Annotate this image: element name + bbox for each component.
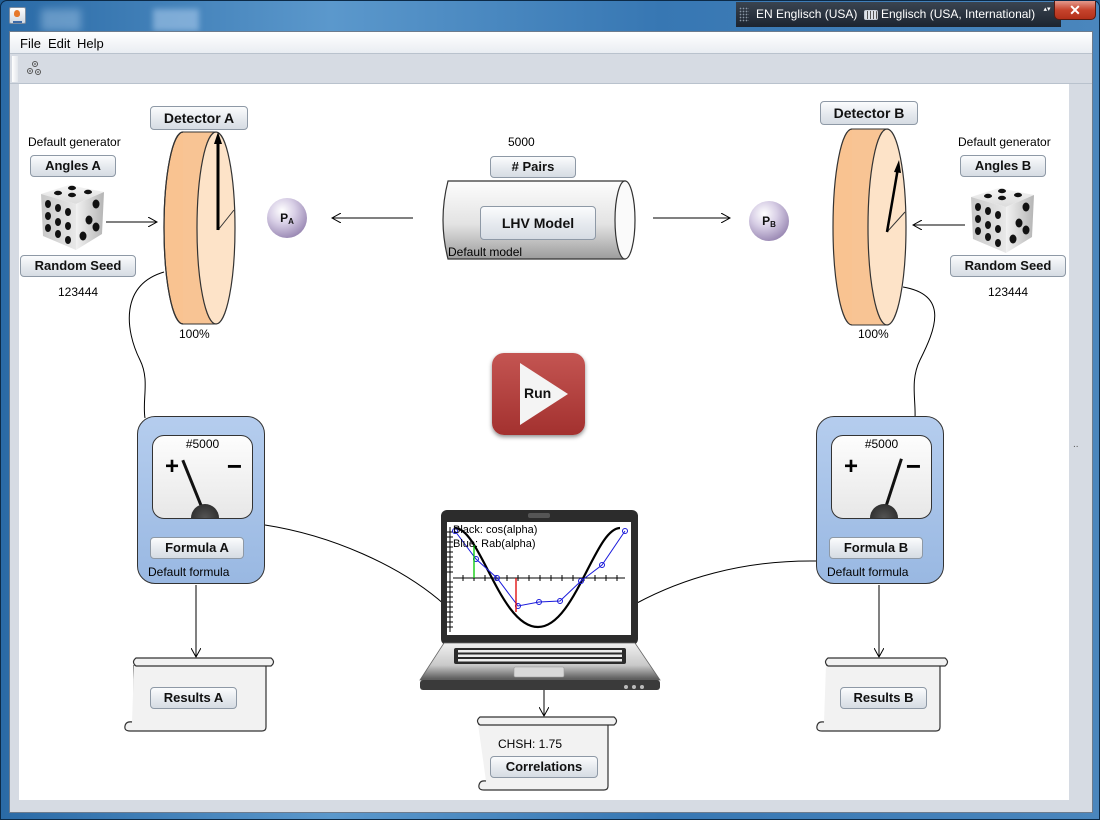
grip-icon[interactable]	[739, 7, 749, 22]
plot-legend-blue: Blue: Rab(alpha)	[453, 538, 536, 550]
pairs-button[interactable]: # Pairs	[490, 156, 576, 178]
meter-a-face: #5000 + −	[152, 435, 253, 519]
random-seed-b-button[interactable]: Random Seed	[950, 255, 1066, 277]
meter-b-face: #5000 + −	[831, 435, 932, 519]
results-a-button[interactable]: Results A	[150, 687, 237, 709]
detector-a-efficiency: 100%	[179, 327, 210, 341]
toolbar	[10, 54, 1092, 84]
formula-a-button[interactable]: Formula A	[150, 537, 244, 559]
side-indicator: ..	[1073, 439, 1079, 450]
keyboard-layout[interactable]: Englisch (USA, International)	[881, 7, 1035, 21]
java-app-icon[interactable]	[9, 7, 26, 24]
meter-a-plus: +	[165, 453, 180, 480]
menu-bar: File Edit Help	[10, 32, 1092, 54]
formula-a-label: Default formula	[148, 565, 230, 579]
generator-b-label: Default generator	[958, 135, 1051, 149]
keyboard-icon	[864, 10, 878, 20]
particle-b-sub: B	[770, 220, 776, 229]
meter-a-minus: −	[226, 451, 242, 481]
results-b-button[interactable]: Results B	[840, 687, 927, 709]
formula-b-button[interactable]: Formula B	[829, 537, 923, 559]
particle-a-sub: A	[288, 217, 294, 226]
meter-b-count: #5000	[864, 437, 899, 451]
meter-b-minus: −	[905, 451, 921, 481]
detector-b-button[interactable]: Detector B	[820, 101, 918, 125]
input-language[interactable]: EN Englisch (USA)	[756, 7, 857, 21]
title-blur-decoration	[41, 9, 81, 31]
lhv-model-button[interactable]: LHV Model	[480, 206, 596, 240]
run-label: Run	[524, 385, 552, 401]
title-blur-decoration	[153, 9, 199, 31]
meter-b-hub	[870, 504, 898, 518]
particle-a-icon: PA	[267, 198, 307, 238]
menu-file[interactable]: File	[20, 36, 41, 51]
particle-b-icon: PB	[749, 201, 789, 241]
chsh-value: CHSH: 1.75	[498, 737, 563, 751]
langbar-options-icon[interactable]: ▴▾	[1043, 6, 1051, 24]
plot-legend-black: Black: cos(alpha)	[453, 524, 538, 536]
seed-a-value: 123444	[58, 285, 99, 299]
detector-b-efficiency: 100%	[858, 327, 889, 341]
correlations-button[interactable]: Correlations	[490, 756, 598, 778]
detector-a-button[interactable]: Detector A	[150, 106, 248, 130]
angles-b-button[interactable]: Angles B	[960, 155, 1046, 177]
angles-a-button[interactable]: Angles A	[30, 155, 116, 177]
seed-b-value: 123444	[988, 285, 1029, 299]
menu-edit[interactable]: Edit	[48, 36, 70, 51]
meter-b-plus: +	[844, 453, 859, 480]
language-bar: EN Englisch (USA) Englisch (USA, Interna…	[736, 2, 1061, 27]
formula-b-label: Default formula	[827, 565, 909, 579]
particle-b-letter: P	[762, 214, 771, 228]
generator-a-label: Default generator	[28, 135, 121, 149]
meter-a-panel: #5000 + − Formula A Default formula	[137, 416, 265, 584]
menu-help[interactable]: Help	[77, 36, 104, 51]
meter-a-count: #5000	[185, 437, 220, 451]
meter-a-hub	[191, 504, 219, 518]
particle-a-letter: P	[280, 211, 289, 225]
meter-b-panel: #5000 + − Formula B Default formula	[816, 416, 944, 584]
close-button[interactable]: ✕	[1054, 1, 1096, 20]
run-button[interactable]: Run	[492, 353, 585, 435]
pairs-value: 5000	[508, 135, 535, 149]
toolbar-grip[interactable]	[12, 56, 18, 82]
model-label: Default model	[448, 245, 523, 259]
gears-icon[interactable]	[25, 60, 43, 78]
random-seed-a-button[interactable]: Random Seed	[20, 255, 136, 277]
